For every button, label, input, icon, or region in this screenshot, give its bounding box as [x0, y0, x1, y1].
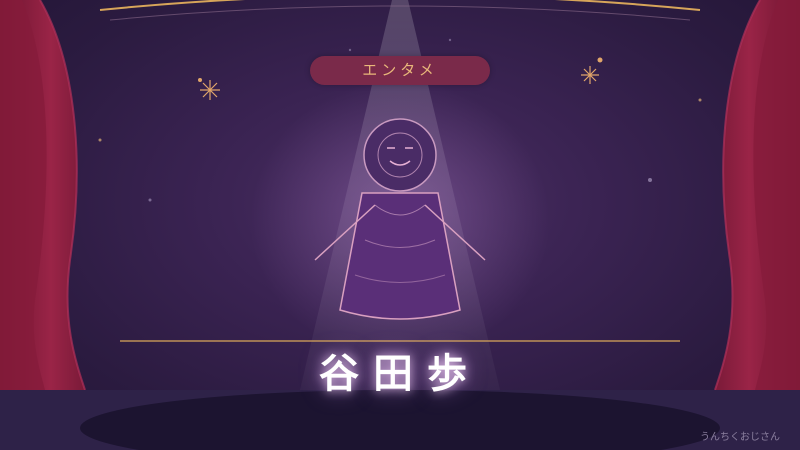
left-curtain	[0, 0, 86, 391]
sparkle-icon-right	[581, 66, 599, 84]
person-name-title: 谷田歩	[319, 351, 481, 397]
category-badge: エンタメ	[310, 56, 490, 85]
stage-background: エンタメ 谷田歩 うんちくおじさん	[0, 0, 800, 450]
author-credit: うんちくおじさん	[700, 432, 780, 443]
right-curtain	[714, 0, 800, 391]
sparkle-icon	[200, 80, 220, 100]
